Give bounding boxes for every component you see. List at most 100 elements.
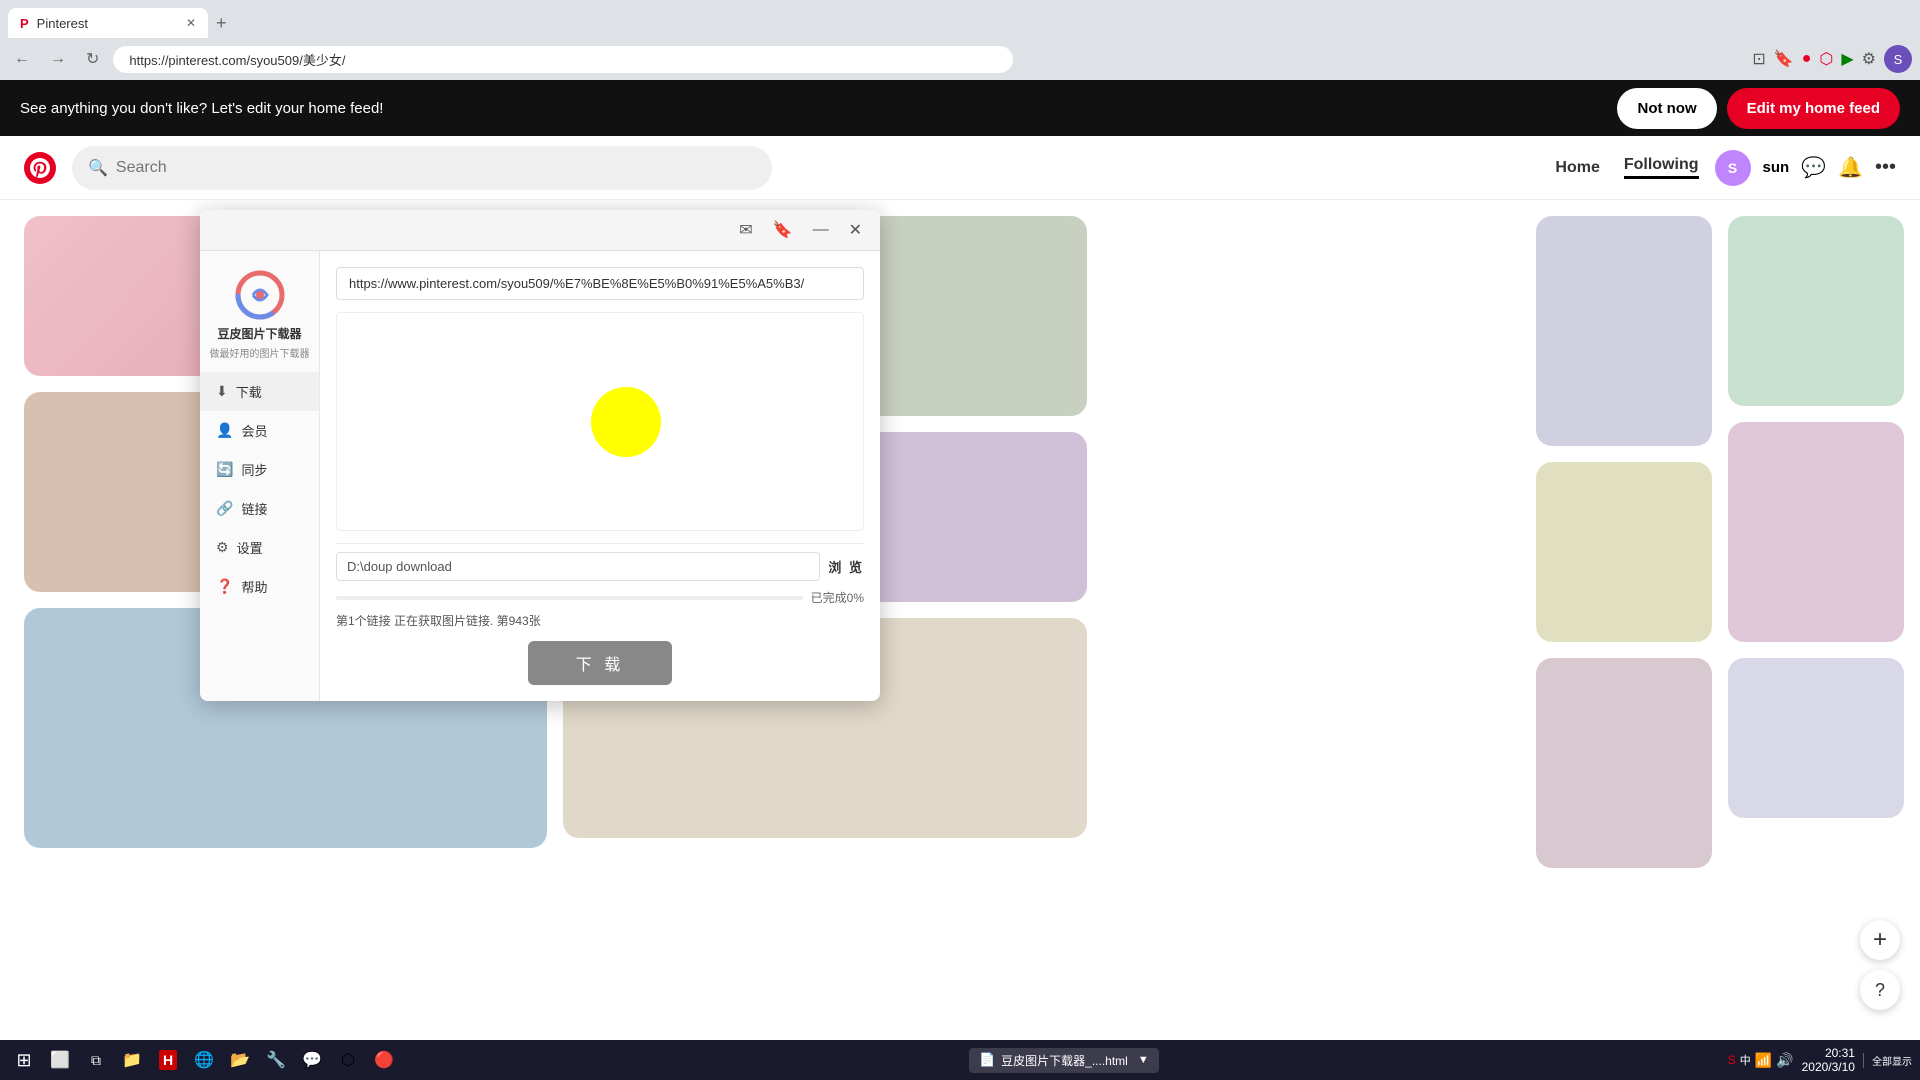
status-text: 第1个链接 正在获取图片链接. 第943张 bbox=[336, 612, 864, 629]
not-now-button[interactable]: Not now bbox=[1617, 88, 1716, 129]
taskbar-search-icon[interactable]: ⬜ bbox=[44, 1044, 76, 1076]
browser-profile-icon[interactable]: S bbox=[1884, 45, 1912, 73]
tray-language-icon[interactable]: 中 bbox=[1740, 1052, 1751, 1068]
nav-home-link[interactable]: Home bbox=[1555, 159, 1599, 177]
app-sidebar: 豆皮图片下载器 做最好用的图片下载器 ⬇ 下载 👤 会员 🔄 同步 bbox=[200, 251, 320, 701]
grid-col-right-2 bbox=[1728, 216, 1904, 868]
download-button[interactable]: 下 载 bbox=[528, 641, 672, 685]
sidebar-member-label: 会员 bbox=[241, 421, 267, 440]
address-bar-input[interactable] bbox=[113, 46, 1013, 73]
save-path-input[interactable] bbox=[336, 552, 820, 581]
user-initials: S bbox=[1728, 160, 1737, 176]
nav-following-link[interactable]: Following bbox=[1624, 156, 1699, 179]
forward-button[interactable]: → bbox=[44, 46, 72, 72]
pin-card[interactable] bbox=[1536, 462, 1712, 642]
pinterest-main: ✉ 🔖 — ✕ 豆皮图片下载器 做最好用的图片下载器 bbox=[0, 200, 1920, 1040]
browser-tab-pinterest[interactable]: P Pinterest ✕ bbox=[8, 8, 208, 38]
banner-text: See anything you don't like? Let's edit … bbox=[20, 100, 383, 117]
tray-speaker-icon[interactable]: 🔊 bbox=[1776, 1052, 1793, 1069]
sidebar-item-sync[interactable]: 🔄 同步 bbox=[200, 450, 319, 489]
pin-card[interactable] bbox=[1728, 422, 1904, 642]
taskbar-chrome-icon[interactable]: 🌐 bbox=[188, 1044, 220, 1076]
edit-feed-button[interactable]: Edit my home feed bbox=[1727, 88, 1900, 129]
app-main-content: 浏 览 已完成0% 第1个链接 正在获取图片链接. 第943张 下 载 bbox=[320, 251, 880, 701]
taskbar-right: S 中 📶 🔊 20:31 2020/3/10 全部显示 bbox=[1728, 1046, 1912, 1074]
tray-network-icon[interactable]: 📶 bbox=[1755, 1052, 1772, 1069]
taskbar-task-view[interactable]: ⧉ bbox=[80, 1044, 112, 1076]
browse-button[interactable]: 浏 览 bbox=[828, 557, 864, 576]
show-desktop-button[interactable]: 全部显示 bbox=[1863, 1053, 1912, 1068]
sidebar-help-label: 帮助 bbox=[241, 577, 267, 596]
app-titlebar: ✉ 🔖 — ✕ bbox=[200, 210, 880, 251]
sidebar-sync-label: 同步 bbox=[241, 460, 267, 479]
notifications-icon[interactable]: 🔔 bbox=[1838, 155, 1863, 180]
search-bar[interactable]: 🔍 bbox=[72, 146, 772, 190]
reload-button[interactable]: ↻ bbox=[80, 45, 105, 73]
taskbar-hao-icon[interactable]: H bbox=[152, 1044, 184, 1076]
sidebar-item-link[interactable]: 🔗 链接 bbox=[200, 489, 319, 528]
browser-extension-icon-6[interactable]: ⚙ bbox=[1862, 49, 1876, 69]
new-tab-button[interactable]: + bbox=[208, 13, 235, 34]
taskbar-app-doupei[interactable]: 📄 豆皮图片下载器_....html ▼ bbox=[969, 1048, 1159, 1073]
app-mail-icon[interactable]: ✉ bbox=[733, 218, 758, 242]
browser-chrome: P Pinterest ✕ + ← → ↻ ⊡ 🔖 ● ⬡ ▶ ⚙ S bbox=[0, 0, 1920, 80]
app-bookmark-icon[interactable]: 🔖 bbox=[767, 218, 799, 242]
progress-bar-container bbox=[336, 596, 803, 600]
link-icon: 🔗 bbox=[216, 500, 233, 517]
taskbar-tool-icon[interactable]: 🔧 bbox=[260, 1044, 292, 1076]
right-grid bbox=[1520, 200, 1920, 884]
taskbar-app-label: 豆皮图片下载器_....html bbox=[1001, 1052, 1128, 1069]
taskbar-wechat-icon[interactable]: 💬 bbox=[296, 1044, 328, 1076]
taskbar-running-apps: 📄 豆皮图片下载器_....html ▼ bbox=[969, 1048, 1159, 1073]
messages-icon[interactable]: 💬 bbox=[1801, 155, 1826, 180]
tab-close-button[interactable]: ✕ bbox=[186, 16, 196, 30]
windows-taskbar: ⊞ ⬜ ⧉ 📁 H 🌐 📂 🔧 💬 ⬡ 🔴 bbox=[0, 1040, 1920, 1080]
taskbar-time: 20:31 bbox=[1802, 1046, 1855, 1060]
progress-percent-text: 已完成0% bbox=[811, 589, 864, 606]
sidebar-item-download[interactable]: ⬇ 下载 bbox=[200, 372, 319, 411]
sidebar-link-label: 链接 bbox=[241, 499, 267, 518]
app-logo bbox=[232, 267, 288, 323]
add-button[interactable]: + bbox=[1860, 920, 1900, 960]
sidebar-item-member[interactable]: 👤 会员 bbox=[200, 411, 319, 450]
browser-extension-icon-3[interactable]: ● bbox=[1802, 50, 1812, 68]
search-input[interactable] bbox=[116, 159, 756, 177]
taskbar-folder-icon[interactable]: 📂 bbox=[224, 1044, 256, 1076]
help-button[interactable]: ? bbox=[1860, 970, 1900, 1010]
taskbar-left: ⊞ ⬜ ⧉ 📁 H 🌐 📂 🔧 💬 ⬡ 🔴 bbox=[8, 1044, 400, 1076]
app-slogan: 做最好用的图片下载器 bbox=[210, 345, 310, 360]
browser-extension-icon-1[interactable]: ⊡ bbox=[1752, 49, 1765, 69]
back-button[interactable]: ← bbox=[8, 46, 36, 72]
sync-icon: 🔄 bbox=[216, 461, 233, 478]
taskbar-date: 2020/3/10 bbox=[1802, 1060, 1855, 1074]
yellow-cursor-indicator bbox=[591, 387, 661, 457]
tray-icon-1[interactable]: S bbox=[1728, 1053, 1736, 1067]
sidebar-item-settings[interactable]: ⚙ 设置 bbox=[200, 528, 319, 567]
app-close-button[interactable]: ✕ bbox=[843, 218, 868, 242]
taskbar-app-icon-1[interactable]: ⬡ bbox=[332, 1044, 364, 1076]
taskbar-file-explorer[interactable]: 📁 bbox=[116, 1044, 148, 1076]
taskbar-time-display[interactable]: 20:31 2020/3/10 bbox=[1802, 1046, 1855, 1074]
app-minimize-button[interactable]: — bbox=[807, 219, 835, 241]
taskbar-app-icon-2[interactable]: 🔴 bbox=[368, 1044, 400, 1076]
pin-card[interactable] bbox=[1536, 658, 1712, 868]
user-avatar[interactable]: S bbox=[1715, 150, 1751, 186]
pin-card[interactable] bbox=[1536, 216, 1712, 446]
browser-extension-icon-2[interactable]: 🔖 bbox=[1774, 49, 1794, 69]
pin-card[interactable] bbox=[1728, 216, 1904, 406]
sidebar-settings-label: 设置 bbox=[237, 538, 263, 557]
url-input[interactable] bbox=[336, 267, 864, 300]
download-icon: ⬇ bbox=[216, 383, 228, 400]
username-label: sun bbox=[1763, 159, 1790, 176]
windows-start-button[interactable]: ⊞ bbox=[8, 1044, 40, 1076]
app-window: ✉ 🔖 — ✕ 豆皮图片下载器 做最好用的图片下载器 bbox=[200, 210, 880, 701]
more-options-icon[interactable]: ••• bbox=[1875, 156, 1896, 179]
browser-extension-icon-4[interactable]: ⬡ bbox=[1819, 49, 1833, 69]
pinterest-header: 🔍 Home Following S sun 💬 🔔 ••• bbox=[0, 136, 1920, 200]
pinterest-logo[interactable] bbox=[24, 152, 56, 184]
browser-extension-icon-5[interactable]: ▶ bbox=[1841, 49, 1853, 69]
progress-row: 已完成0% bbox=[336, 589, 864, 606]
pin-card[interactable] bbox=[1728, 658, 1904, 818]
app-name: 豆皮图片下载器 bbox=[217, 327, 301, 343]
sidebar-item-help[interactable]: ❓ 帮助 bbox=[200, 567, 319, 606]
